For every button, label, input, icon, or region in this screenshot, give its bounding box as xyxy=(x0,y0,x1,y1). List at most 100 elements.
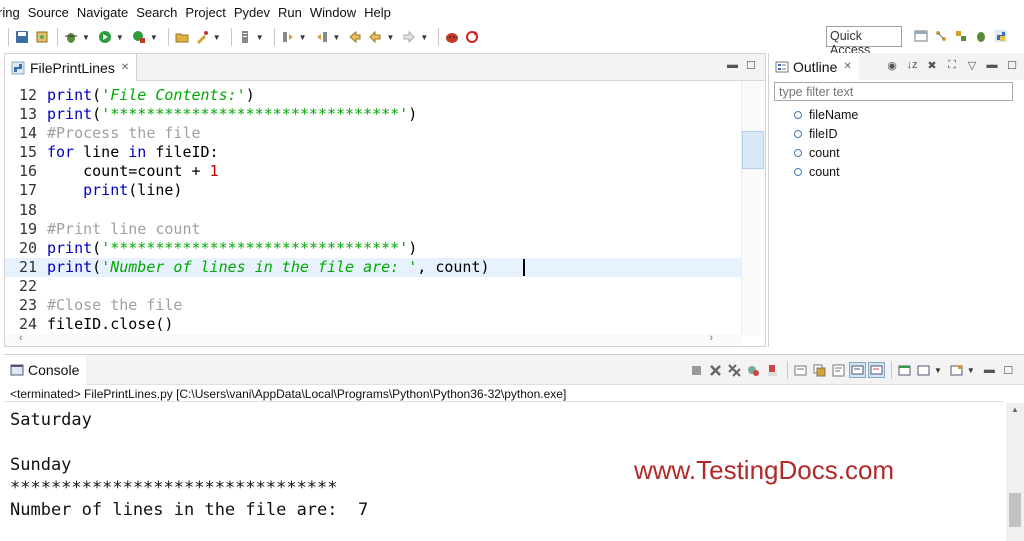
chevron-down-icon[interactable]: ▼ xyxy=(256,33,264,42)
menu-source[interactable]: Source xyxy=(28,5,77,20)
outline-item[interactable]: count xyxy=(794,165,840,179)
quick-access-field[interactable]: Quick Access xyxy=(826,26,902,57)
next-annotation-icon[interactable] xyxy=(279,28,297,46)
menu-search[interactable]: Search xyxy=(136,5,185,20)
menu-window[interactable]: Window xyxy=(310,5,364,20)
chevron-down-icon[interactable]: ▼ xyxy=(333,33,341,42)
editor-horizontal-scrollbar[interactable]: ‹ › xyxy=(5,332,743,346)
chevron-down-icon[interactable]: ▼ xyxy=(299,33,307,42)
code-line[interactable]: 14 #Process the file xyxy=(5,124,743,143)
show-on-stderr-icon[interactable] xyxy=(868,362,885,378)
code-line[interactable]: 16 count=count + 1 xyxy=(5,162,743,181)
pin-console-icon[interactable] xyxy=(745,362,762,378)
close-icon[interactable]: ✕ xyxy=(843,61,851,72)
expand-all-icon[interactable]: ⛶ xyxy=(943,57,961,73)
scroll-right-icon[interactable]: › xyxy=(709,332,713,344)
menu-refactoring[interactable]: ring xyxy=(0,5,28,20)
open-type-icon[interactable] xyxy=(193,28,211,46)
outline-item[interactable]: count xyxy=(794,146,840,160)
code-line[interactable]: 21 print('Number of lines in the file are… xyxy=(5,257,743,277)
outline-item[interactable]: fileID xyxy=(794,127,837,141)
outline-tab[interactable]: Outline ✕ xyxy=(769,53,859,80)
view-menu-icon[interactable]: ▽ xyxy=(963,57,981,73)
menu-run[interactable]: Run xyxy=(278,5,310,20)
scroll-left-icon[interactable]: ‹ xyxy=(19,332,23,344)
display-selected-console-icon[interactable] xyxy=(915,362,932,378)
console-process-label: <terminated> FilePrintLines.py [C:\Users… xyxy=(10,387,567,401)
stop-icon[interactable] xyxy=(443,28,461,46)
code-line[interactable]: 12 print('File Contents:') xyxy=(5,86,743,105)
chevron-down-icon[interactable]: ▼ xyxy=(934,366,942,375)
console-scroll-thumb[interactable] xyxy=(1009,493,1021,527)
code-line[interactable]: 20 print('*******************************… xyxy=(5,239,743,258)
code-line[interactable]: 13 print('*******************************… xyxy=(5,105,743,124)
chevron-down-icon[interactable]: ▼ xyxy=(420,33,428,42)
display-console-icon[interactable] xyxy=(896,362,913,378)
outline-item[interactable]: fileName xyxy=(794,108,858,122)
last-edit-icon[interactable] xyxy=(346,28,364,46)
close-icon[interactable]: ✕ xyxy=(121,62,129,73)
minimize-icon[interactable]: ▬ xyxy=(727,59,738,71)
debug-icon[interactable] xyxy=(62,28,80,46)
annotation-icon[interactable] xyxy=(236,28,254,46)
code-line[interactable]: 15 for line in fileID: xyxy=(5,143,743,162)
save-icon[interactable] xyxy=(13,28,31,46)
menu-navigate[interactable]: Navigate xyxy=(77,5,136,20)
scroll-up-icon[interactable]: ▲ xyxy=(1011,405,1019,414)
clear-console-icon[interactable] xyxy=(792,362,809,378)
sort-icon[interactable]: ↓z xyxy=(903,57,921,73)
code-line[interactable]: 23 #Close the file xyxy=(5,296,743,315)
chevron-down-icon[interactable]: ▼ xyxy=(150,33,158,42)
team-perspective-icon[interactable] xyxy=(952,27,970,45)
menu-help[interactable]: Help xyxy=(364,5,399,20)
run-icon[interactable] xyxy=(96,28,114,46)
code-line[interactable]: 24 fileID.close() xyxy=(5,315,743,334)
editor-tab-fileprintlines[interactable]: FilePrintLines ✕ xyxy=(5,54,137,81)
new-icon[interactable] xyxy=(33,28,51,46)
show-on-stdout-icon[interactable] xyxy=(849,362,866,378)
console-tab[interactable]: Console xyxy=(4,355,86,385)
code-area[interactable]: 12 print('File Contents:') 13 print('******… xyxy=(5,86,743,334)
maximize-icon[interactable]: ☐ xyxy=(746,59,756,72)
copy-icon[interactable] xyxy=(811,362,828,378)
word-wrap-icon[interactable] xyxy=(830,362,847,378)
chevron-down-icon[interactable]: ▼ xyxy=(82,33,90,42)
minimize-icon[interactable]: ▬ xyxy=(983,57,1001,73)
prev-annotation-icon[interactable] xyxy=(313,28,331,46)
chevron-down-icon[interactable]: ▼ xyxy=(116,33,124,42)
code-line[interactable]: 18 xyxy=(5,201,743,220)
outline-filter-input[interactable] xyxy=(774,82,1013,101)
code-line[interactable]: 17 print(line) xyxy=(5,181,743,200)
open-folder-icon[interactable] xyxy=(173,28,191,46)
forward-icon[interactable] xyxy=(400,28,418,46)
code-line[interactable]: 19 #Print line count xyxy=(5,220,743,239)
refresh-icon[interactable] xyxy=(463,28,481,46)
scroll-lock-icon[interactable] xyxy=(764,362,781,378)
chevron-down-icon[interactable]: ▼ xyxy=(967,366,975,375)
open-console-icon[interactable] xyxy=(948,362,965,378)
editor-scroll-thumb[interactable] xyxy=(742,131,764,169)
menu-pydev[interactable]: Pydev xyxy=(234,5,278,20)
maximize-icon[interactable]: ☐ xyxy=(1003,57,1021,73)
back-icon[interactable] xyxy=(366,28,384,46)
console-vertical-scrollbar[interactable]: ▲ xyxy=(1006,403,1024,541)
hide-fields-icon[interactable]: ◉ xyxy=(883,57,901,73)
chevron-down-icon[interactable]: ▼ xyxy=(386,33,394,42)
editor-vertical-scrollbar[interactable] xyxy=(741,81,765,336)
python-perspective-icon[interactable] xyxy=(992,27,1010,45)
code-string: 'File Contents:' xyxy=(101,86,246,104)
git-perspective-icon[interactable] xyxy=(932,27,950,45)
chevron-down-icon[interactable]: ▼ xyxy=(213,33,221,42)
maximize-icon[interactable]: ☐ xyxy=(1000,362,1017,378)
collapse-all-icon[interactable]: ✖ xyxy=(923,57,941,73)
code-line[interactable]: 22 xyxy=(5,277,743,296)
console-output[interactable]: Saturday Sunday ************************… xyxy=(10,409,368,522)
open-perspective-icon[interactable] xyxy=(912,27,930,45)
remove-launch-icon[interactable] xyxy=(707,362,724,378)
terminate-icon[interactable] xyxy=(688,362,705,378)
external-tools-icon[interactable] xyxy=(130,28,148,46)
menu-project[interactable]: Project xyxy=(185,5,233,20)
remove-all-terminated-icon[interactable] xyxy=(726,362,743,378)
minimize-icon[interactable]: ▬ xyxy=(981,362,998,378)
debug-perspective-icon[interactable] xyxy=(972,27,990,45)
